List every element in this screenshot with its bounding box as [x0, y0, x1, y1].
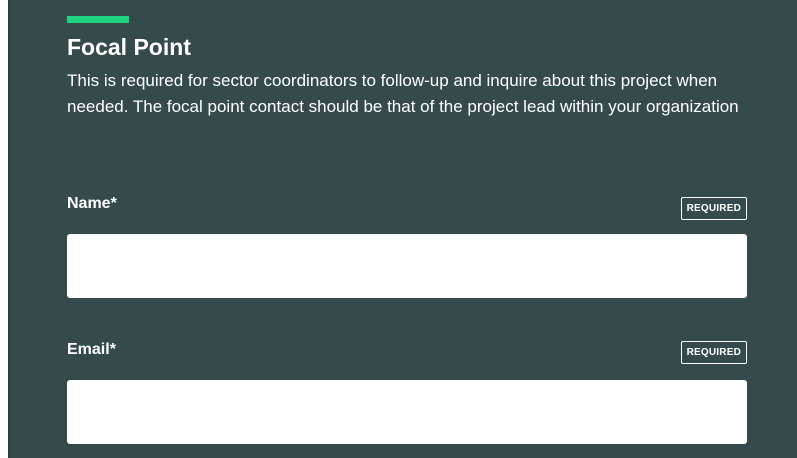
name-required-badge: REQUIRED: [680, 197, 747, 220]
name-field-label: Name*: [67, 195, 117, 212]
name-input[interactable]: [67, 234, 747, 298]
section-accent-bar: [67, 16, 129, 23]
section-description: This is required for sector coordinators…: [67, 71, 739, 116]
section-title: Focal Point: [67, 34, 191, 60]
email-field-label: Email*: [67, 341, 116, 358]
focal-point-section: Focal Point This is required for sector …: [8, 0, 797, 458]
email-required-badge: REQUIRED: [680, 341, 747, 364]
email-input[interactable]: [67, 380, 747, 444]
